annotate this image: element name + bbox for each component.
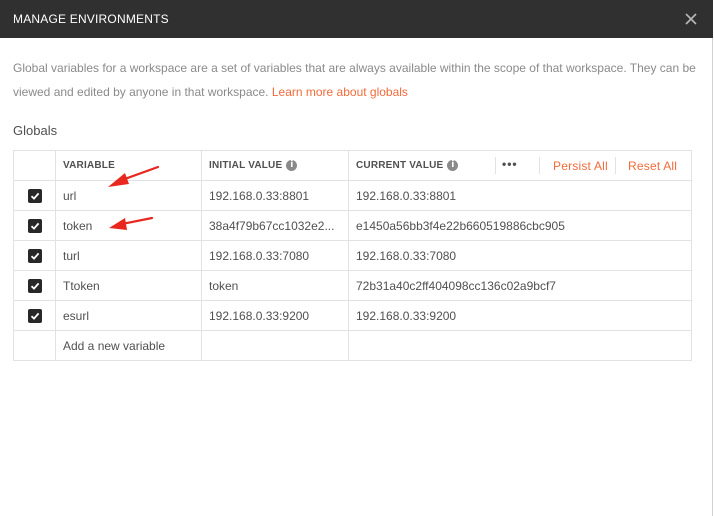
new-variable-row: Add a new variable [13,330,692,361]
initial-value-cell[interactable]: 38a4f79b67cc1032e2... [201,210,349,241]
current-value-cell[interactable]: 192.168.0.33:8801 [348,180,692,211]
initial-value-cell[interactable]: 192.168.0.33:8801 [201,180,349,211]
dialog-description: Global variables for a workspace are a s… [13,56,698,104]
table-row: esurl 192.168.0.33:9200 192.168.0.33:920… [13,300,692,331]
initial-value-header-label: INITIAL VALUE [209,160,283,172]
header-checkbox-cell [13,150,56,181]
variable-cell[interactable]: esurl [55,300,202,331]
manage-environments-dialog: MANAGE ENVIRONMENTS Global variables for… [0,0,713,516]
new-initial-value-input[interactable] [201,330,349,361]
checkbox-checked-icon[interactable] [27,218,42,233]
header-divider [615,157,616,174]
initial-value-cell[interactable]: 192.168.0.33:7080 [201,240,349,271]
dialog-title: MANAGE ENVIRONMENTS [13,12,169,26]
header-divider [495,157,496,174]
new-variable-input[interactable]: Add a new variable [55,330,202,361]
variable-cell[interactable]: turl [55,240,202,271]
initial-value-cell[interactable]: 192.168.0.33:9200 [201,300,349,331]
current-value-cell[interactable]: e1450a56bb3f4e22b660519886cbc905 [348,210,692,241]
empty-checkbox-cell [13,330,56,361]
current-value-cell[interactable]: 192.168.0.33:7080 [348,240,692,271]
initial-value-column-header: INITIAL VALUE i [201,150,349,181]
red-arrow-annotation [109,216,154,230]
persist-all-button[interactable]: Persist All [553,159,608,173]
current-value-column-header: CURRENT VALUE i ••• Persist All Reset All [348,150,692,181]
info-icon[interactable]: i [286,159,298,171]
row-checkbox-cell [13,240,56,271]
checkbox-checked-icon[interactable] [27,278,42,293]
header-divider [539,157,540,174]
info-icon[interactable]: i [447,159,459,171]
dialog-titlebar: MANAGE ENVIRONMENTS [0,0,713,38]
checkbox-checked-icon[interactable] [27,308,42,323]
checkbox-checked-icon[interactable] [27,188,42,203]
table-row: Ttoken token 72b31a40c2ff404098cc136c02a… [13,270,692,301]
red-arrow-annotation [108,165,160,187]
row-checkbox-cell [13,210,56,241]
reset-all-button[interactable]: Reset All [628,159,677,173]
row-checkbox-cell [13,300,56,331]
new-current-value-input[interactable] [348,330,692,361]
current-value-cell[interactable]: 72b31a40c2ff404098cc136c02a9bcf7 [348,270,692,301]
variable-cell[interactable]: Ttoken [55,270,202,301]
table-row: turl 192.168.0.33:7080 192.168.0.33:7080 [13,240,692,271]
current-value-header-label: CURRENT VALUE [356,160,444,172]
row-checkbox-cell [13,180,56,211]
learn-more-link[interactable]: Learn more about globals [272,85,408,99]
checkbox-checked-icon[interactable] [27,248,42,263]
more-options-icon[interactable]: ••• [502,157,518,171]
close-icon[interactable] [681,9,701,29]
row-checkbox-cell [13,270,56,301]
initial-value-cell[interactable]: token [201,270,349,301]
current-value-cell[interactable]: 192.168.0.33:9200 [348,300,692,331]
globals-heading: Globals [13,123,58,138]
